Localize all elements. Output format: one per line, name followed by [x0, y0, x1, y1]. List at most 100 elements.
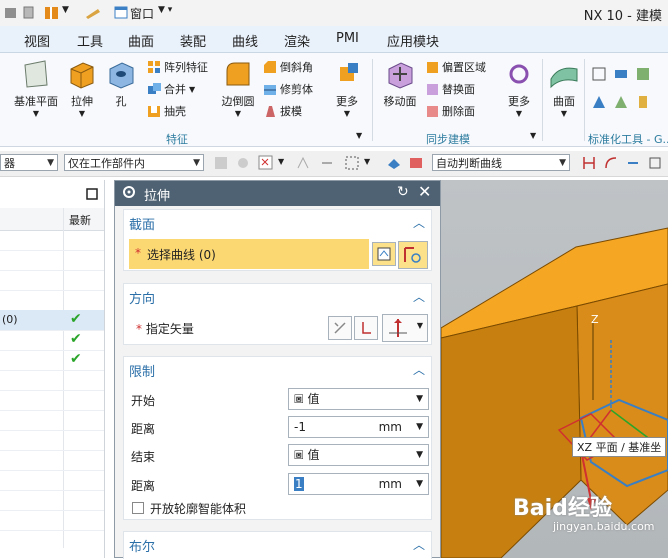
table-row[interactable]	[0, 430, 104, 451]
dropdown-arrow-icon[interactable]: ▼	[62, 5, 72, 21]
window-icon[interactable]	[114, 5, 128, 21]
chain-between-icon[interactable]	[626, 156, 640, 173]
start-type-select[interactable]: 🞖 值 ▼	[288, 388, 429, 410]
tab-pmi[interactable]: PMI	[336, 31, 359, 46]
table-row[interactable]	[0, 450, 104, 471]
chevron-up-icon[interactable]: ︿	[413, 288, 425, 305]
tab-surface[interactable]: 曲面	[128, 31, 154, 50]
select-body-icon[interactable]	[236, 156, 250, 173]
tab-view[interactable]: 视图	[24, 31, 50, 50]
chevron-up-icon[interactable]: ︿	[413, 536, 425, 553]
table-row[interactable]	[0, 510, 104, 531]
draft-button[interactable]: 拔模	[264, 103, 302, 119]
follow-fillet-icon[interactable]	[604, 156, 618, 173]
datum-plane-button[interactable]: 基准平面 ▼	[10, 59, 62, 118]
table-row[interactable]: ✔	[0, 330, 104, 351]
std-tool-4-icon[interactable]	[592, 95, 606, 112]
show-hide-icon[interactable]	[386, 155, 402, 174]
edge-blend-button[interactable]: 边倒圆 ▼	[218, 59, 258, 118]
shell-button[interactable]: 抽壳	[148, 103, 186, 119]
table-row[interactable]	[0, 370, 104, 391]
extrude-button[interactable]: 拉伸 ▼	[64, 59, 100, 118]
table-row[interactable]: ✔	[0, 350, 104, 371]
close-icon[interactable]: ✕	[418, 182, 431, 201]
rectangle-select-icon[interactable]	[344, 155, 360, 174]
tab-render[interactable]: 渲染	[284, 31, 310, 50]
feature-group-expand-icon[interactable]: ▼	[356, 131, 362, 140]
book-icon[interactable]	[44, 5, 60, 21]
select-curve-row[interactable]: * 选择曲线 (0)	[129, 239, 369, 269]
replace-face-button[interactable]: 替换面	[426, 81, 475, 97]
table-row[interactable]	[0, 490, 104, 511]
sync-more-button[interactable]: 更多 ▼	[502, 59, 536, 118]
surface-button[interactable]: 曲面 ▼	[546, 59, 582, 118]
table-row[interactable]	[0, 290, 104, 311]
sketch-section-button[interactable]	[372, 242, 396, 266]
table-row[interactable]	[0, 470, 104, 491]
std-tool-6-icon[interactable]	[636, 95, 650, 112]
window-menu[interactable]: 窗口	[130, 5, 154, 21]
maximize-icon[interactable]	[86, 188, 98, 203]
feature-curve-icon[interactable]	[648, 156, 662, 173]
vector-type-dropdown[interactable]: ▼	[382, 314, 428, 342]
table-row-selected[interactable]: (0) ✔	[0, 310, 104, 331]
vector-dialog-button[interactable]	[354, 316, 378, 340]
table-row[interactable]	[0, 270, 104, 291]
touch-mode-icon[interactable]	[84, 5, 102, 21]
table-row[interactable]	[0, 250, 104, 271]
start-distance-input[interactable]: -1 mm ▼	[288, 416, 429, 438]
limits-header[interactable]: 限制 ︿	[124, 357, 431, 381]
stop-at-intersection-icon[interactable]	[582, 156, 596, 173]
rectangle-select-dropdown-icon[interactable]: ▼	[364, 157, 370, 166]
section-header[interactable]: 截面 ︿	[124, 210, 431, 234]
std-tool-3-icon[interactable]	[636, 67, 650, 84]
tab-curve[interactable]: 曲线	[232, 31, 258, 50]
copy-icon[interactable]	[22, 5, 36, 21]
direction-header[interactable]: 方向 ︿	[124, 284, 431, 308]
type-filter-combo[interactable]: 器 ▼	[0, 154, 58, 171]
dialog-titlebar[interactable]: 拉伸 ↻ ✕	[115, 181, 440, 206]
std-tool-1-icon[interactable]	[592, 67, 606, 84]
trim-body-button[interactable]: 修剪体	[264, 81, 313, 97]
undo-icon[interactable]	[4, 5, 18, 21]
tab-tools[interactable]: 工具	[77, 31, 103, 50]
open-profile-checkbox[interactable]	[132, 502, 144, 514]
table-row[interactable]	[0, 230, 104, 251]
move-face-button[interactable]: 移动面	[380, 59, 420, 109]
delete-face-button[interactable]: 删除面	[426, 103, 475, 119]
std-tool-5-icon[interactable]	[614, 95, 628, 112]
snap-dropdown-icon[interactable]: ▼	[278, 157, 284, 166]
table-row[interactable]	[0, 410, 104, 431]
reset-icon[interactable]: ↻	[397, 184, 409, 200]
curve-button[interactable]	[398, 241, 428, 269]
std-tool-2-icon[interactable]	[614, 67, 628, 84]
curve-rule-combo[interactable]: 自动判断曲线 ▼	[432, 154, 570, 171]
table-row[interactable]	[0, 390, 104, 411]
snap-point-icon[interactable]	[258, 155, 274, 174]
scope-combo[interactable]: 仅在工作部件内 ▼	[64, 154, 204, 171]
tab-assembly[interactable]: 装配	[180, 31, 206, 50]
offset-region-button[interactable]: 偏置区域	[426, 59, 486, 75]
sync-group-expand-icon[interactable]: ▼	[530, 131, 536, 140]
deselect-icon[interactable]	[408, 155, 424, 174]
reverse-direction-button[interactable]	[328, 316, 352, 340]
feature-more-button[interactable]: 更多 ▼	[330, 59, 364, 118]
boolean-header[interactable]: 布尔 ︿	[124, 532, 431, 556]
unite-dropdown-icon[interactable]: ▼	[189, 85, 195, 94]
end-distance-input[interactable]: 1 mm ▼	[288, 473, 429, 495]
column-latest[interactable]: 最新	[69, 212, 91, 228]
graphics-viewport[interactable]: Z XZ 平面 / 基准坐 Baid经验 jingyan.baidu.com	[441, 180, 668, 558]
select-feature-icon[interactable]	[214, 156, 228, 173]
pattern-feature-button[interactable]: 阵列特征	[148, 59, 208, 75]
unite-button[interactable]: 合并 ▼	[148, 81, 195, 97]
gear-icon[interactable]	[122, 185, 136, 203]
tab-application[interactable]: 应用模块	[387, 31, 439, 50]
hole-button[interactable]: 孔	[104, 59, 138, 109]
chevron-up-icon[interactable]: ︿	[413, 361, 425, 378]
chevron-up-icon[interactable]: ︿	[413, 214, 425, 231]
select-chain-icon[interactable]	[320, 156, 334, 173]
end-type-select[interactable]: 🞖 值 ▼	[288, 444, 429, 466]
chamfer-button[interactable]: 倒斜角	[264, 59, 313, 75]
window-menu-arrow-icon[interactable]: ▼ ▾	[158, 5, 172, 21]
select-intent-icon[interactable]	[296, 156, 310, 173]
